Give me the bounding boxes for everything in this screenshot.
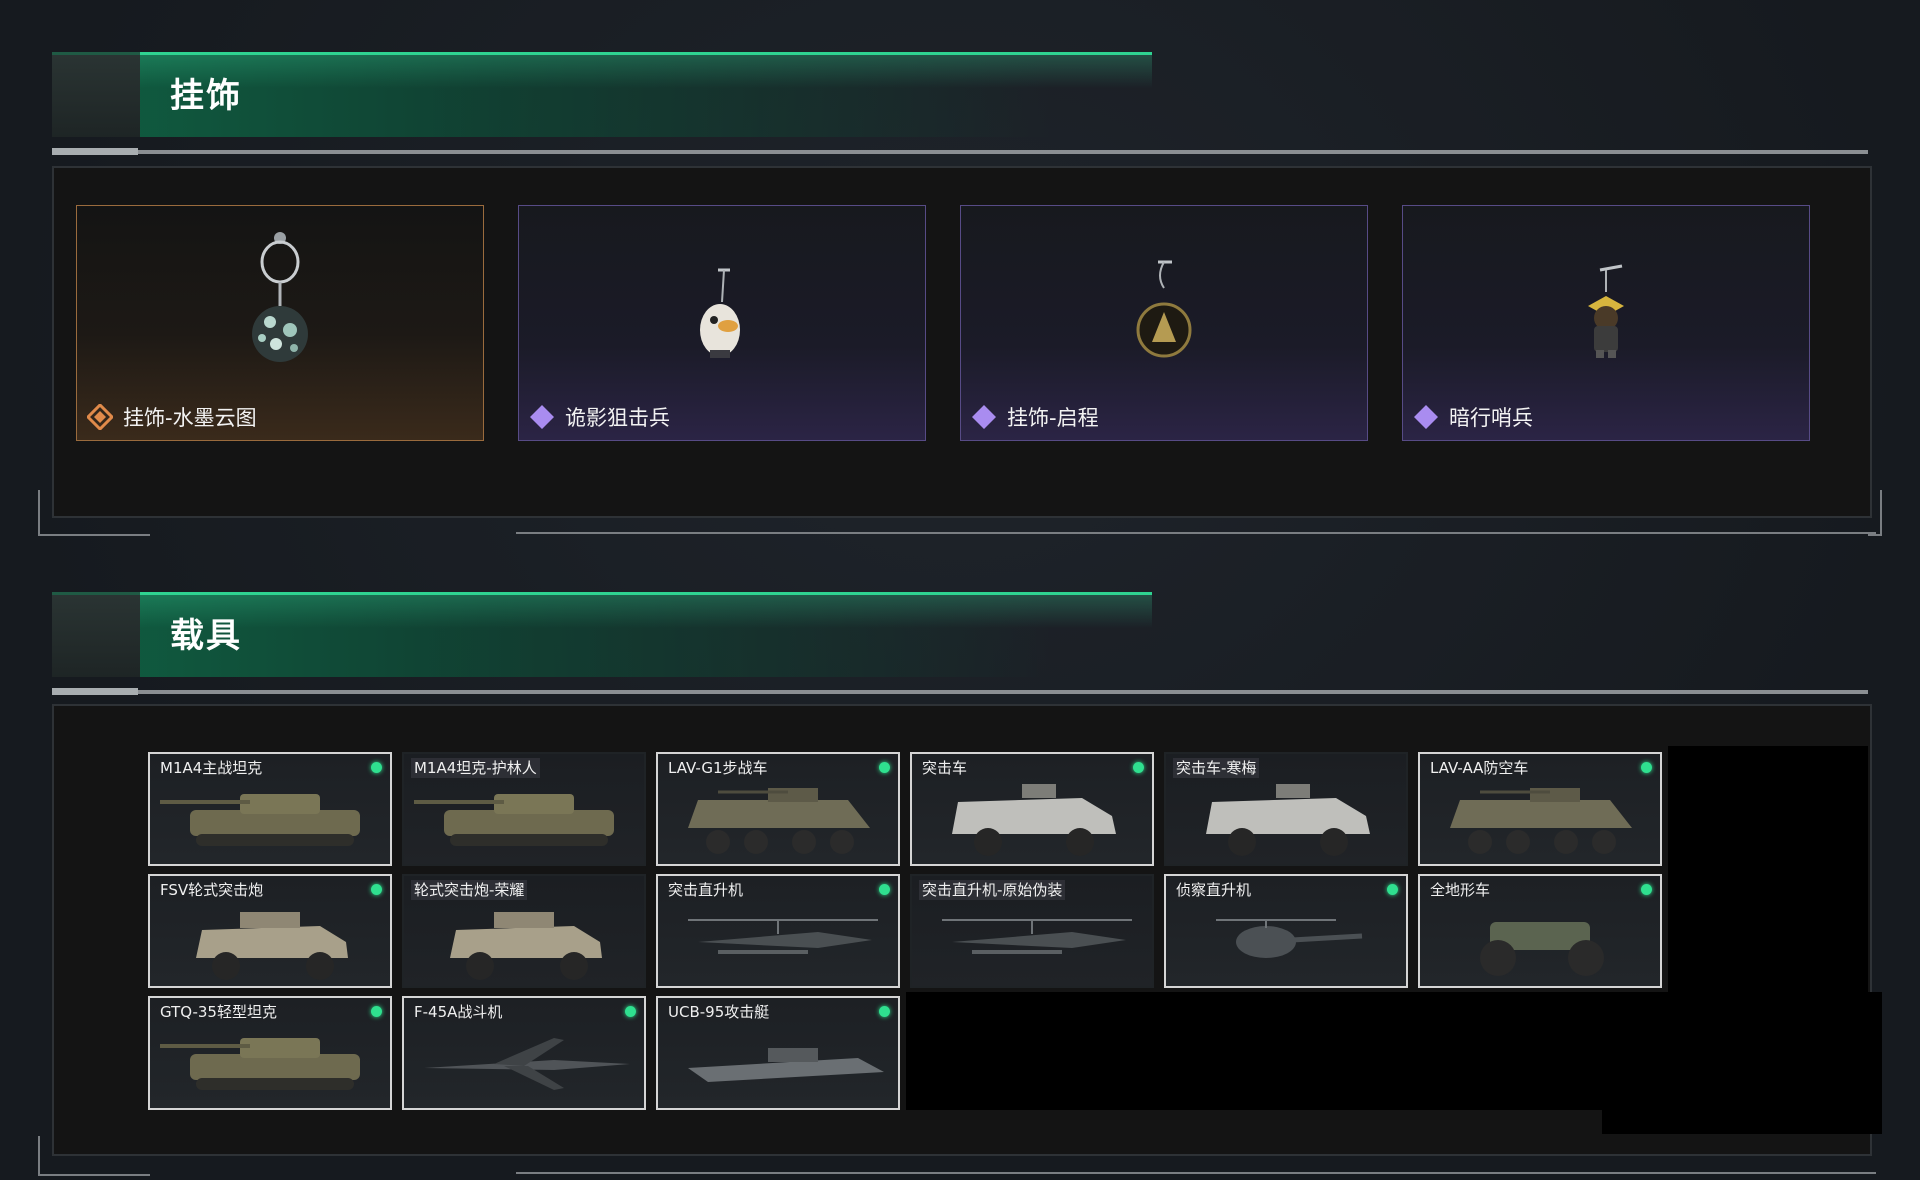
charm-name: 挂饰-水墨云图	[123, 406, 257, 430]
vehicle-tile[interactable]: LAV-G1步战车	[656, 752, 900, 866]
panel-bottom-line	[516, 532, 1876, 534]
owned-indicator	[879, 762, 890, 773]
header-bar	[140, 592, 1152, 677]
charm-card[interactable]: 暗行哨兵	[1402, 205, 1810, 441]
owned-indicator	[371, 884, 382, 895]
vehicle-tile[interactable]: 突击车	[910, 752, 1154, 866]
owned-indicator	[879, 884, 890, 895]
vehicle-tile[interactable]: GTQ-35轻型坦克	[148, 996, 392, 1110]
owned-indicator	[371, 1006, 382, 1017]
vehicle-name: 突击车	[922, 759, 968, 777]
vehicle-name: 突击车-寒梅	[1173, 758, 1260, 778]
vehicle-name: UCB-95攻击艇	[668, 1003, 770, 1021]
header-stub	[52, 52, 140, 137]
vehicle-tile[interactable]: 全地形车	[1418, 874, 1662, 988]
header-bar	[140, 52, 1152, 137]
vehicle-name: F-45A战斗机	[414, 1003, 503, 1021]
vehicle-tile[interactable]: 轮式突击炮-荣耀	[402, 874, 646, 988]
vehicle-tile[interactable]: M1A4坦克-护林人	[402, 752, 646, 866]
vehicle-name: 侦察直升机	[1176, 881, 1252, 899]
vehicle-name: FSV轮式突击炮	[160, 881, 264, 899]
charm-emblem-icon	[1136, 260, 1192, 358]
vehicle-tile[interactable]: F-45A战斗机	[402, 996, 646, 1110]
panel-corner-left	[38, 1136, 150, 1176]
vehicle-name: LAV-G1步战车	[668, 759, 768, 777]
charm-name: 暗行哨兵	[1449, 406, 1533, 430]
panel-corner-right	[1868, 490, 1882, 536]
owned-indicator	[879, 1006, 890, 1017]
owned-indicator	[1641, 884, 1652, 895]
vehicles-section-title: 载具	[170, 616, 242, 656]
vehicle-name: GTQ-35轻型坦克	[160, 1003, 277, 1021]
vehicle-tile[interactable]: 突击直升机-原始伪装	[910, 874, 1154, 988]
owned-indicator	[1133, 762, 1144, 773]
vehicle-name: LAV-AA防空车	[1430, 759, 1529, 777]
vehicle-tile[interactable]: 侦察直升机	[1164, 874, 1408, 988]
owned-indicator	[625, 1006, 636, 1017]
vehicle-name: 全地形车	[1430, 881, 1491, 899]
charm-name: 挂饰-启程	[1007, 406, 1099, 430]
owned-indicator	[1387, 884, 1398, 895]
header-divider	[52, 690, 1868, 694]
vehicle-tile[interactable]: UCB-95攻击艇	[656, 996, 900, 1110]
header-stub	[52, 592, 140, 677]
header-divider-mark	[52, 688, 138, 695]
empty-area	[1668, 746, 1868, 1032]
panel-corner-left	[38, 490, 150, 536]
header-divider	[52, 150, 1868, 154]
epic-rarity-icon	[530, 405, 554, 429]
vehicle-name: 轮式突击炮-荣耀	[411, 880, 528, 900]
vehicle-tile[interactable]: 突击车-寒梅	[1164, 752, 1408, 866]
charm-orb-icon	[252, 232, 308, 362]
charm-figure-icon	[1588, 264, 1624, 358]
empty-area	[1602, 1030, 1882, 1134]
vehicle-name: 突击直升机	[668, 881, 744, 899]
vehicle-name: M1A4坦克-护林人	[411, 758, 540, 778]
header-divider-mark	[52, 148, 138, 155]
owned-indicator	[1641, 762, 1652, 773]
charm-bird-icon	[700, 268, 740, 358]
vehicle-name: 突击直升机-原始伪装	[919, 880, 1066, 900]
vehicles-section-header: 载具	[52, 592, 1868, 695]
legendary-rarity-icon	[87, 404, 113, 430]
vehicle-tile[interactable]: M1A4主战坦克	[148, 752, 392, 866]
charm-name: 诡影狙击兵	[565, 406, 670, 430]
charms-section-header: 挂饰	[52, 52, 1868, 155]
vehicle-tile[interactable]: FSV轮式突击炮	[148, 874, 392, 988]
owned-indicator	[371, 762, 382, 773]
charms-section-title: 挂饰	[170, 76, 242, 116]
vehicle-tile[interactable]: LAV-AA防空车	[1418, 752, 1662, 866]
charm-card[interactable]: 挂饰-启程	[960, 205, 1368, 441]
charm-card[interactable]: 诡影狙击兵	[518, 205, 926, 441]
charm-card[interactable]: 挂饰-水墨云图	[76, 205, 484, 441]
vehicle-name: M1A4主战坦克	[160, 759, 263, 777]
panel-bottom-line	[516, 1172, 1876, 1174]
epic-rarity-icon	[972, 405, 996, 429]
epic-rarity-icon	[1414, 405, 1438, 429]
vehicle-tile[interactable]: 突击直升机	[656, 874, 900, 988]
